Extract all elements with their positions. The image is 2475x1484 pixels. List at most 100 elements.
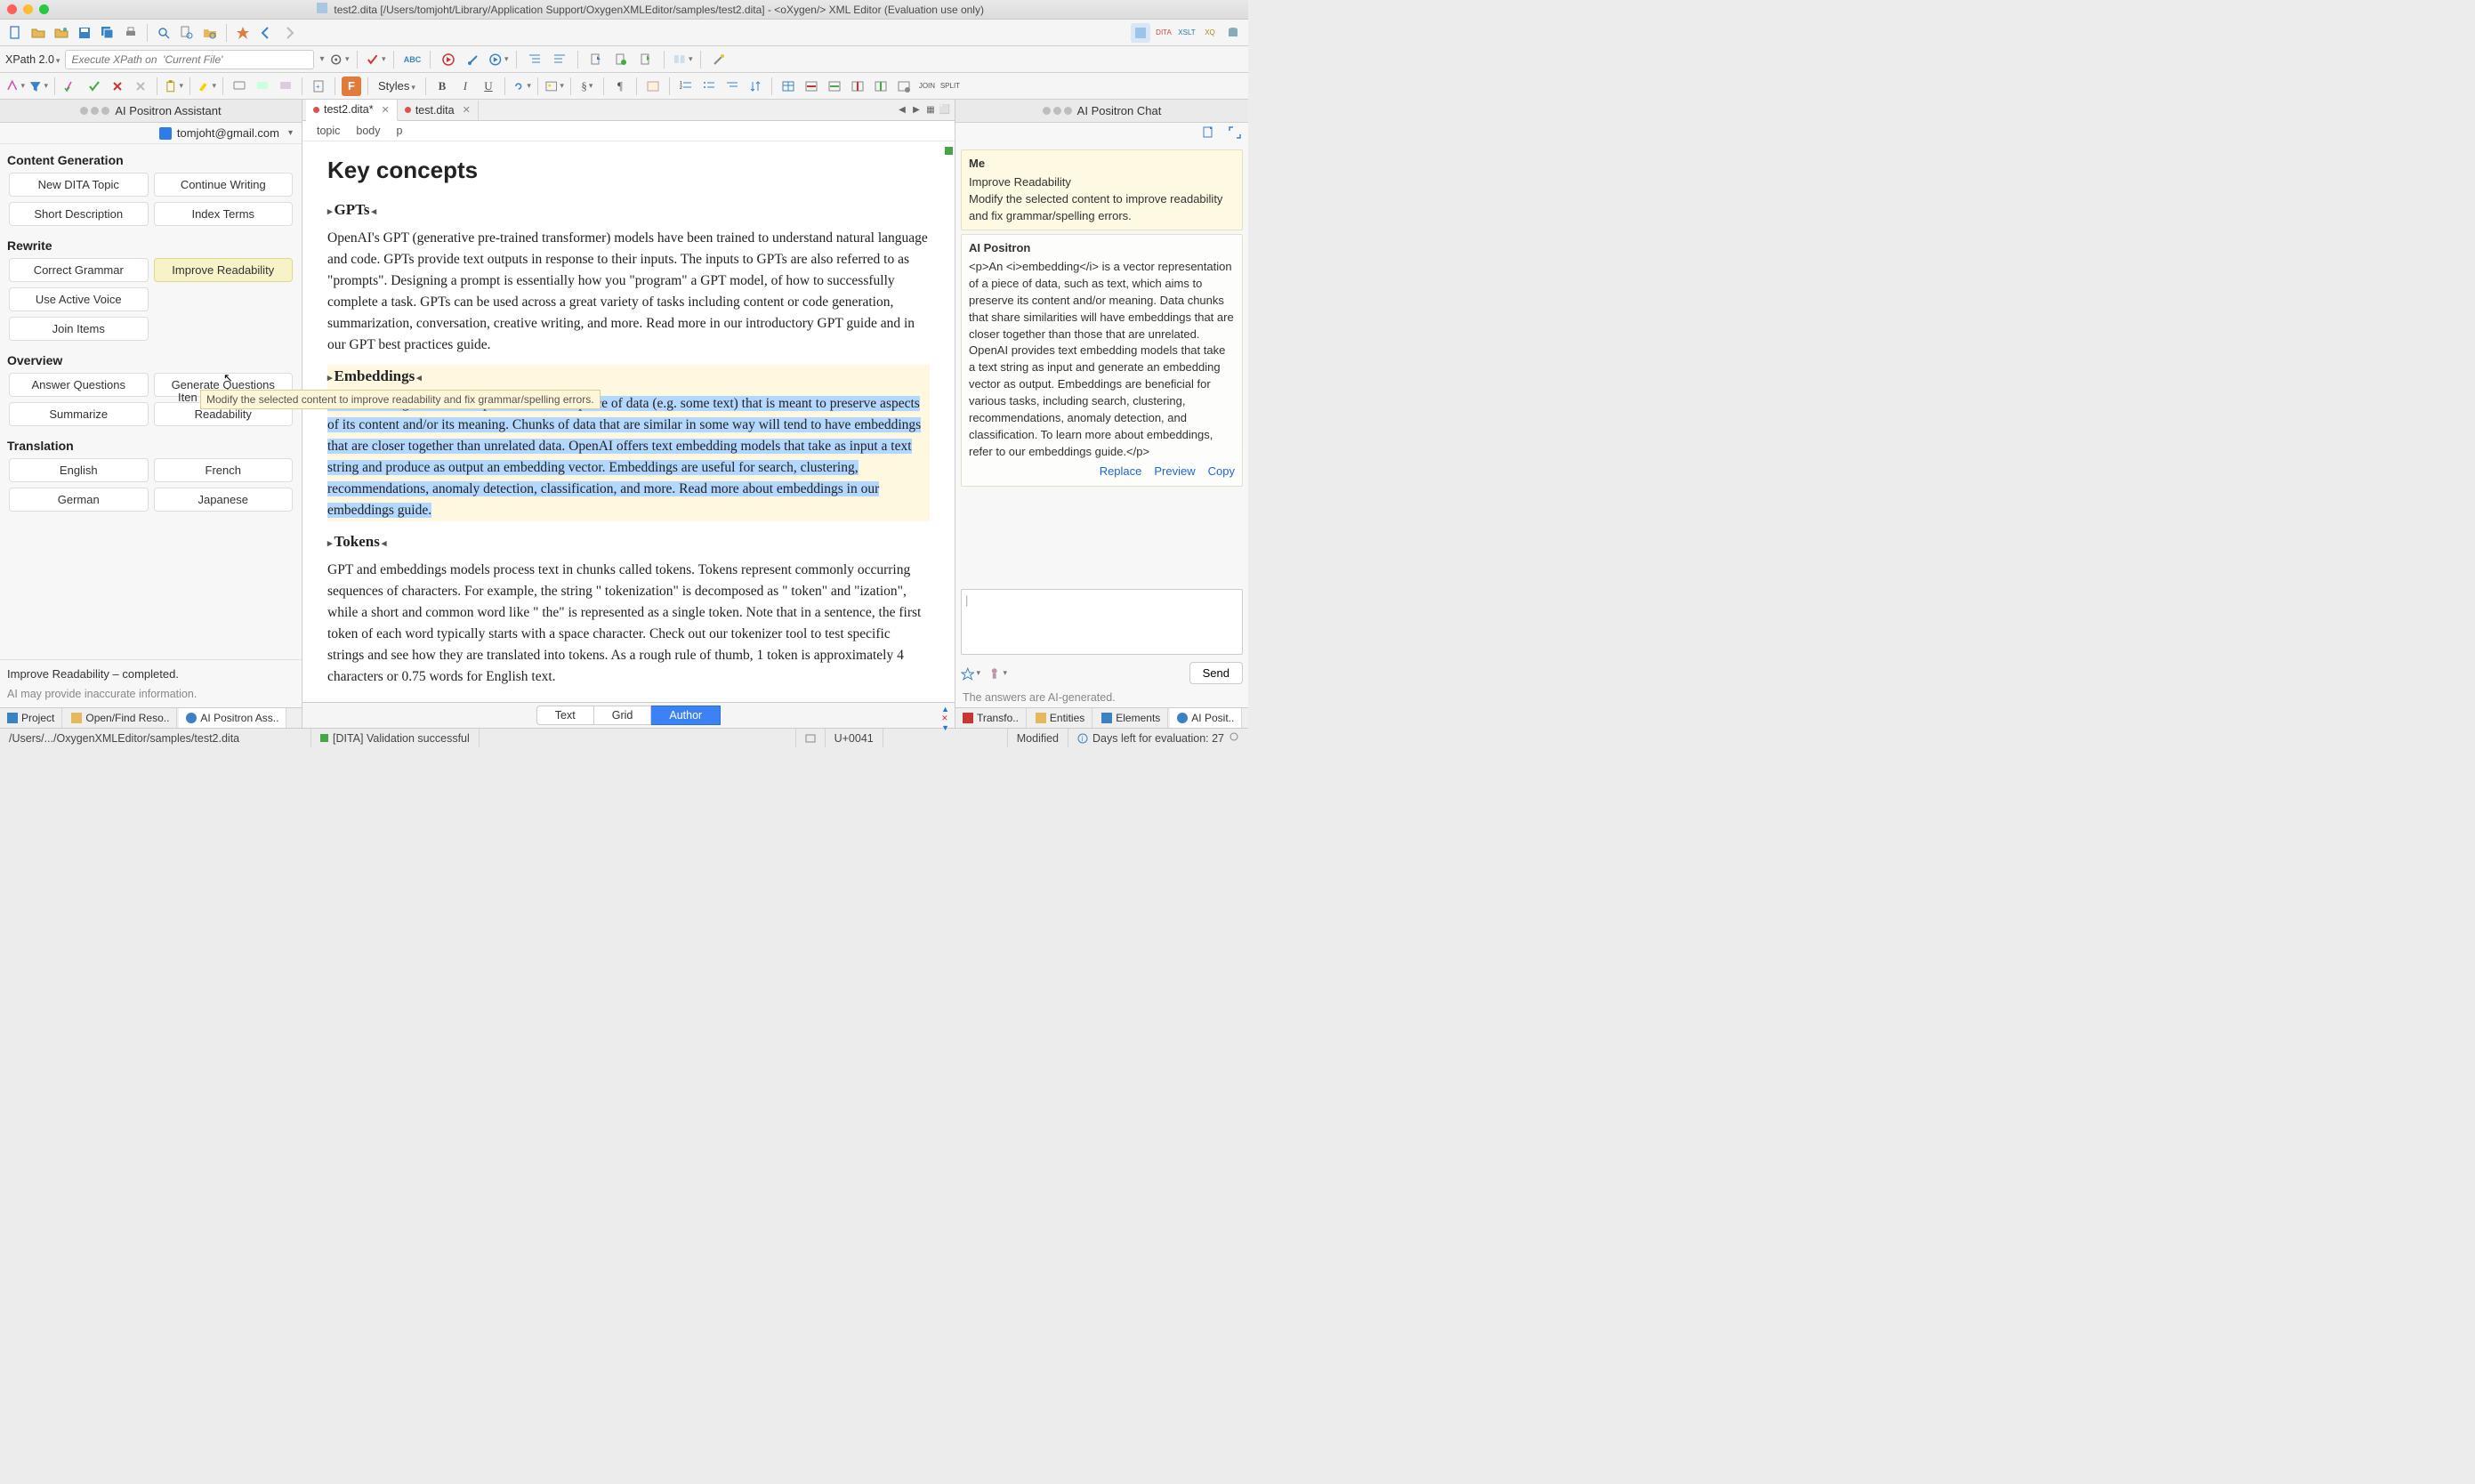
index-terms-button[interactable]: Index Terms (154, 202, 294, 226)
insert-col-icon[interactable] (871, 77, 891, 96)
profile-doc-icon[interactable] (611, 50, 631, 69)
insert-element-icon[interactable]: + (309, 77, 328, 96)
close-icon[interactable] (7, 4, 17, 14)
insert-row-icon[interactable] (825, 77, 844, 96)
split-cells-icon[interactable]: SPLIT (940, 77, 960, 96)
configure-scenario-icon[interactable] (464, 50, 483, 69)
table-props-icon[interactable] (894, 77, 914, 96)
filter-icon[interactable] (28, 77, 48, 96)
search-in-file-icon[interactable] (177, 23, 197, 43)
scroll-down-icon[interactable]: ▼ (941, 723, 949, 732)
scroll-up-icon[interactable]: ▲ (941, 705, 949, 714)
minimize-icon[interactable] (23, 4, 33, 14)
new-file-icon[interactable] (5, 23, 25, 43)
chat-input[interactable]: | (961, 589, 1243, 655)
generate-doc-icon[interactable] (586, 50, 606, 69)
marker-nav-icon[interactable]: ✕ (941, 714, 949, 723)
track-changes-icon[interactable] (5, 77, 25, 96)
accept-all-icon[interactable] (85, 77, 104, 96)
perspective-xslt-icon[interactable]: XSLT (1177, 23, 1197, 43)
run-scenario-icon[interactable] (439, 50, 458, 69)
xpath-options-icon[interactable] (329, 50, 349, 69)
chat-replace-link[interactable]: Replace (1100, 464, 1142, 480)
section-icon[interactable]: § (577, 77, 597, 96)
bottom-tab-project[interactable]: Project (0, 708, 62, 728)
improve-readability-button[interactable]: Improve Readability (154, 258, 294, 282)
chat-preview-link[interactable]: Preview (1154, 464, 1195, 480)
window-controls[interactable] (7, 4, 49, 14)
status-trial[interactable]: i Days left for evaluation: 27 (1068, 729, 1248, 747)
bottom-tab-ai-chat[interactable]: AI Posit.. (1170, 708, 1242, 728)
join-cells-icon[interactable]: JOIN (917, 77, 937, 96)
image-icon[interactable] (544, 77, 564, 96)
tab-prev-icon[interactable]: ◀ (896, 104, 908, 117)
highlight-icon[interactable] (197, 77, 216, 96)
use-active-voice-button[interactable]: Use Active Voice (9, 287, 149, 311)
back-icon[interactable] (256, 23, 276, 43)
answer-questions-button[interactable]: Answer Questions (9, 373, 149, 397)
bottom-tab-elements[interactable]: Elements (1094, 708, 1168, 728)
view-author-button[interactable]: Author (651, 706, 721, 725)
codeblock-icon[interactable] (643, 77, 663, 96)
compare-icon[interactable] (673, 50, 692, 69)
perspective-editor-icon[interactable] (1131, 23, 1150, 43)
save-all-icon[interactable] (98, 23, 117, 43)
element-breadcrumb[interactable]: topic body p (302, 121, 955, 141)
close-tab-icon[interactable]: ✕ (382, 104, 390, 116)
xpath-input[interactable] (65, 50, 314, 69)
user-account-dropdown[interactable]: tomjoht@gmail.com (0, 123, 302, 144)
summarize-button[interactable]: Summarize (9, 402, 149, 426)
tab-list-icon[interactable]: ▦ (924, 104, 937, 117)
chat-copy-link[interactable]: Copy (1208, 464, 1235, 480)
delete-row-icon[interactable] (802, 77, 821, 96)
search-icon[interactable] (154, 23, 173, 43)
wand-icon[interactable] (709, 50, 729, 69)
print-icon[interactable] (121, 23, 141, 43)
unordered-list-icon[interactable] (699, 77, 719, 96)
save-icon[interactable] (75, 23, 94, 43)
bottom-tab-transformation[interactable]: Transfo.. (955, 708, 1027, 728)
bottom-tab-open-find[interactable]: Open/Find Reso.. (64, 708, 177, 728)
paste-icon[interactable] (164, 77, 183, 96)
debug-scenario-icon[interactable] (488, 50, 508, 69)
perspective-db-icon[interactable] (1223, 23, 1243, 43)
delete-col-icon[interactable] (848, 77, 867, 96)
short-description-button[interactable]: Short Description (9, 202, 149, 226)
document-body[interactable]: Key concepts GPTs OpenAI's GPT (generati… (302, 141, 955, 702)
close-tab-icon[interactable]: ✕ (463, 104, 471, 116)
editor-tab-test2[interactable]: test2.dita* ✕ (306, 100, 398, 121)
styles-dropdown[interactable]: Styles (378, 79, 415, 93)
new-chat-icon[interactable] (1198, 123, 1218, 142)
trial-config-icon[interactable] (1229, 731, 1239, 745)
perspective-dita-icon[interactable]: DITA (1154, 23, 1173, 43)
flag-doc-icon[interactable] (636, 50, 656, 69)
continue-writing-button[interactable]: Continue Writing (154, 173, 294, 197)
underline-icon[interactable]: U (479, 77, 498, 96)
maximize-icon[interactable] (39, 4, 49, 14)
new-dita-topic-button[interactable]: New DITA Topic (9, 173, 149, 197)
chat-insert-icon[interactable] (988, 664, 1007, 683)
italic-icon[interactable]: I (455, 77, 475, 96)
bottom-tab-ai-assistant[interactable]: AI Positron Ass.. (179, 708, 286, 728)
translate-english-button[interactable]: English (9, 458, 149, 482)
indent-icon[interactable] (525, 50, 544, 69)
bold-icon[interactable]: B (432, 77, 452, 96)
expand-chat-icon[interactable] (1225, 123, 1245, 142)
definition-list-icon[interactable] (722, 77, 742, 96)
validate-icon[interactable] (366, 50, 385, 69)
edit-comment-icon[interactable] (253, 77, 272, 96)
join-items-button[interactable]: Join Items (9, 317, 149, 341)
paragraph-icon[interactable]: ¶ (610, 77, 630, 96)
spellcheck-icon[interactable]: ABC (402, 50, 422, 69)
tab-next-icon[interactable]: ▶ (910, 104, 923, 117)
ordered-list-icon[interactable]: 12 (676, 77, 696, 96)
accept-change-icon[interactable] (61, 77, 81, 96)
reject-change-icon[interactable] (131, 77, 150, 96)
delete-comment-icon[interactable] (276, 77, 295, 96)
open-url-icon[interactable] (52, 23, 71, 43)
xpath-version-selector[interactable]: XPath 2.0 (5, 53, 60, 66)
external-tool-icon[interactable] (233, 23, 253, 43)
chat-favorites-icon[interactable] (961, 664, 980, 683)
link-icon[interactable] (512, 77, 531, 96)
view-grid-button[interactable]: Grid (594, 706, 652, 725)
